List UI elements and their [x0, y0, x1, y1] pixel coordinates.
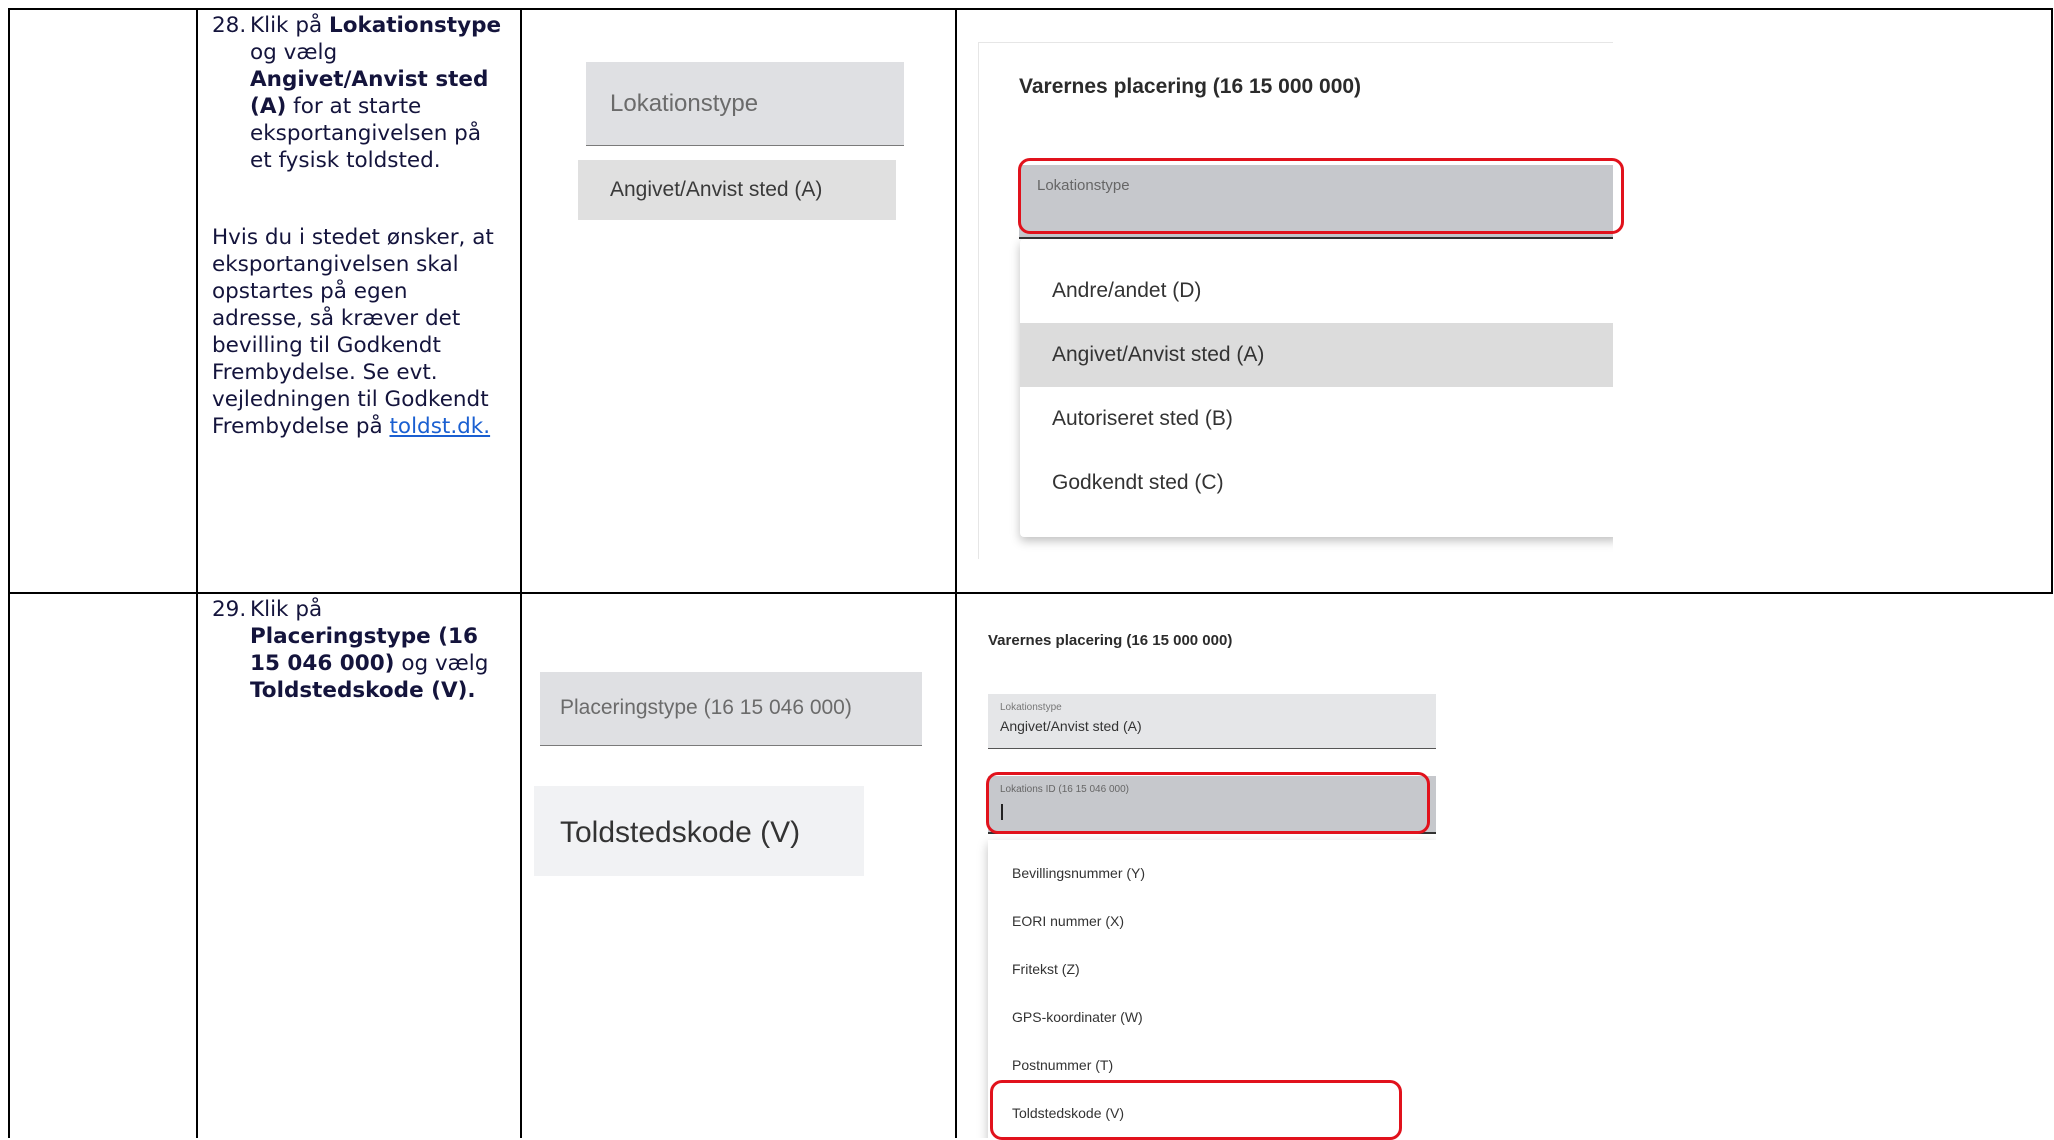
dropdown-option[interactable]: Fritekst (Z) [988, 946, 1436, 994]
step-29-text: 29. Klik på Placeringstype (16 15 046 00… [212, 596, 504, 704]
lokationstype-field[interactable]: Lokationstype Angivet/Anvist sted (A) [988, 694, 1436, 749]
lokationstype-field-snippet: Lokationstype [586, 62, 904, 146]
varernes-placering-screenshot: Varernes placering (16 15 000 000) Lokat… [972, 626, 1436, 1138]
option-label: Toldstedskode (V) [560, 816, 801, 849]
toldst-link[interactable]: toldst.dk. [389, 414, 490, 439]
field-value: Angivet/Anvist sted (A) [1000, 718, 1142, 734]
instruction-table: 28. Klik på Lokationstype og vælg Angive… [0, 0, 2054, 1140]
placeringstype-field-snippet: Placeringstype (16 15 046 000) [540, 672, 922, 746]
dropdown-option[interactable]: GPS-koordinater (W) [988, 994, 1436, 1042]
highlight-box [1018, 158, 1624, 234]
step-28-note: Hvis du i stedet ønsker, at eksportangiv… [212, 225, 494, 439]
table-border-col2 [520, 8, 522, 1138]
varernes-placering-screenshot: Varernes placering (16 15 000 000) Lokat… [978, 42, 1613, 559]
dropdown-option[interactable]: Godkendt sted (C) [1020, 451, 1613, 515]
table-border-right [2051, 8, 2053, 593]
section-title: Varernes placering (16 15 000 000) [988, 632, 1233, 649]
step-28-text: 28. Klik på Lokationstype og vælg Angive… [212, 12, 504, 440]
angivet-option-snippet: Angivet/Anvist sted (A) [578, 160, 896, 220]
dropdown-option[interactable]: Bevillingsnummer (Y) [988, 850, 1436, 898]
highlight-box [986, 772, 1430, 834]
table-row-divider [8, 592, 2053, 594]
dropdown-option-selected[interactable]: Angivet/Anvist sted (A) [1020, 323, 1613, 387]
dropdown-option[interactable]: EORI nummer (X) [988, 898, 1436, 946]
dropdown-option[interactable]: Autoriseret sted (B) [1020, 387, 1613, 451]
step-number: 29. [212, 597, 247, 622]
table-border-top [8, 8, 2053, 10]
dropdown-option[interactable]: Andre/andet (D) [1020, 259, 1613, 323]
table-border-col3 [955, 8, 957, 1138]
step-28-instruction: 28. Klik på Lokationstype og vælg Angive… [212, 13, 502, 173]
field-label: Placeringstype (16 15 046 000) [560, 696, 852, 719]
field-label: Lokationstype [610, 90, 759, 117]
highlight-box [990, 1080, 1402, 1140]
table-border-col1 [196, 8, 198, 1138]
field-name-emphasis: Lokationstype [329, 13, 502, 38]
step-29-instruction: 29. Klik på Placeringstype (16 15 046 00… [212, 597, 489, 703]
lokationstype-dropdown-menu: Andre/andet (D) Angivet/Anvist sted (A) … [1020, 239, 1613, 537]
section-title: Varernes placering (16 15 000 000) [1019, 75, 1362, 98]
toldstedskode-option-snippet: Toldstedskode (V) [534, 786, 864, 876]
step-number: 28. [212, 13, 247, 38]
option-name-emphasis: Toldstedskode (V). [250, 678, 476, 703]
option-label: Angivet/Anvist sted (A) [610, 178, 823, 201]
field-label: Lokationstype [1000, 702, 1062, 713]
table-border-left [8, 8, 10, 1138]
